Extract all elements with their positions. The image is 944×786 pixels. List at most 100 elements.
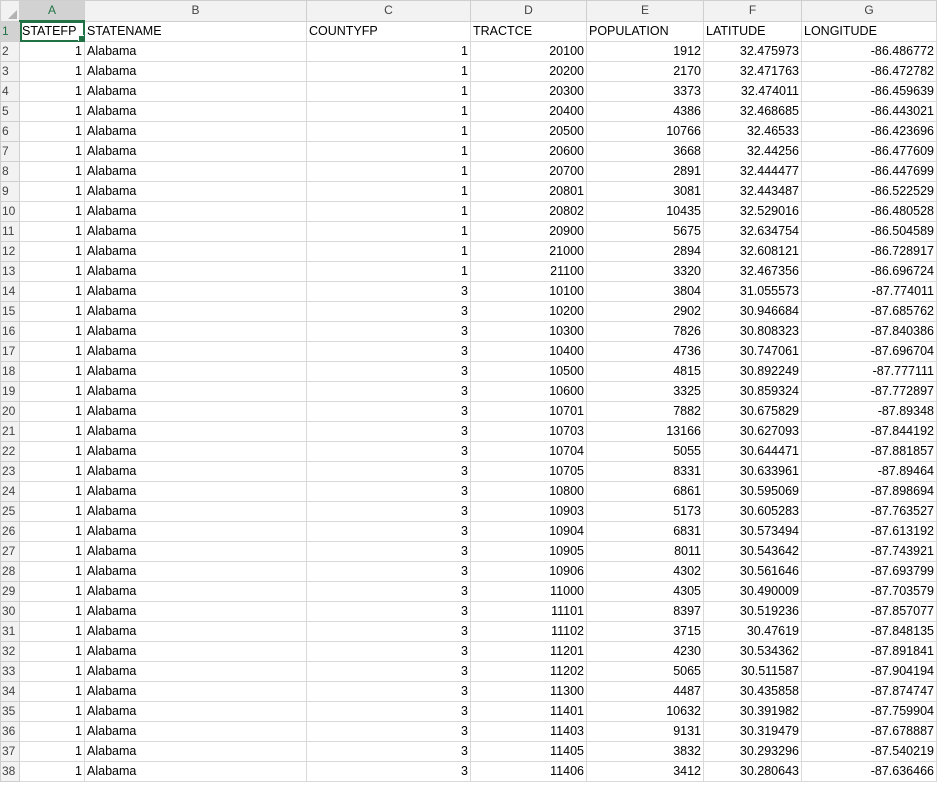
cell-f36[interactable]: 30.319479 xyxy=(703,721,802,742)
cell-b24[interactable]: Alabama xyxy=(84,481,307,502)
cell-g13[interactable]: -86.696724 xyxy=(801,261,937,282)
cell-d33[interactable]: 11202 xyxy=(470,661,587,682)
cell-c33[interactable]: 3 xyxy=(306,661,471,682)
cell-g3[interactable]: -86.472782 xyxy=(801,61,937,82)
cell-f2[interactable]: 32.475973 xyxy=(703,41,802,62)
cell-f31[interactable]: 30.47619 xyxy=(703,621,802,642)
cell-f19[interactable]: 30.859324 xyxy=(703,381,802,402)
cell-a31[interactable]: 1 xyxy=(19,621,85,642)
row-header[interactable]: 15 xyxy=(0,301,20,322)
cell-f6[interactable]: 32.46533 xyxy=(703,121,802,142)
cell-f24[interactable]: 30.595069 xyxy=(703,481,802,502)
cell-c27[interactable]: 3 xyxy=(306,541,471,562)
cell-d15[interactable]: 10200 xyxy=(470,301,587,322)
cell-c21[interactable]: 3 xyxy=(306,421,471,442)
cell-d9[interactable]: 20801 xyxy=(470,181,587,202)
cell-c8[interactable]: 1 xyxy=(306,161,471,182)
cell-b32[interactable]: Alabama xyxy=(84,641,307,662)
select-all-corner[interactable] xyxy=(0,0,20,22)
cell-g35[interactable]: -87.759904 xyxy=(801,701,937,722)
cell-c18[interactable]: 3 xyxy=(306,361,471,382)
cell-g37[interactable]: -87.540219 xyxy=(801,741,937,762)
cell-d17[interactable]: 10400 xyxy=(470,341,587,362)
cell-f14[interactable]: 31.055573 xyxy=(703,281,802,302)
cell-g14[interactable]: -87.774011 xyxy=(801,281,937,302)
fill-handle[interactable] xyxy=(78,35,84,41)
cell-a16[interactable]: 1 xyxy=(19,321,85,342)
cell-f1[interactable]: LATITUDE xyxy=(703,20,802,42)
cell-b11[interactable]: Alabama xyxy=(84,221,307,242)
cell-c29[interactable]: 3 xyxy=(306,581,471,602)
row-header[interactable]: 29 xyxy=(0,581,20,602)
cell-g12[interactable]: -86.728917 xyxy=(801,241,937,262)
cell-d31[interactable]: 11102 xyxy=(470,621,587,642)
cell-f38[interactable]: 30.280643 xyxy=(703,761,802,782)
cell-f33[interactable]: 30.511587 xyxy=(703,661,802,682)
cell-b23[interactable]: Alabama xyxy=(84,461,307,482)
cell-b4[interactable]: Alabama xyxy=(84,81,307,102)
row-header[interactable]: 31 xyxy=(0,621,20,642)
column-header-b[interactable]: B xyxy=(84,0,307,22)
cell-d32[interactable]: 11201 xyxy=(470,641,587,662)
cell-a30[interactable]: 1 xyxy=(19,601,85,622)
cell-c3[interactable]: 1 xyxy=(306,61,471,82)
column-header-g[interactable]: G xyxy=(801,0,937,22)
cell-d12[interactable]: 21000 xyxy=(470,241,587,262)
cell-b30[interactable]: Alabama xyxy=(84,601,307,622)
cell-d10[interactable]: 20802 xyxy=(470,201,587,222)
cell-d2[interactable]: 20100 xyxy=(470,41,587,62)
row-header[interactable]: 32 xyxy=(0,641,20,662)
cell-b8[interactable]: Alabama xyxy=(84,161,307,182)
row-header[interactable]: 38 xyxy=(0,761,20,782)
column-header-c[interactable]: C xyxy=(306,0,471,22)
cell-c25[interactable]: 3 xyxy=(306,501,471,522)
cell-a32[interactable]: 1 xyxy=(19,641,85,662)
row-header[interactable]: 24 xyxy=(0,481,20,502)
cell-d1[interactable]: TRACTCE xyxy=(470,20,587,42)
cell-a15[interactable]: 1 xyxy=(19,301,85,322)
cell-e17[interactable]: 4736 xyxy=(586,341,704,362)
cell-e10[interactable]: 10435 xyxy=(586,201,704,222)
cell-e22[interactable]: 5055 xyxy=(586,441,704,462)
row-header[interactable]: 10 xyxy=(0,201,20,222)
cell-a25[interactable]: 1 xyxy=(19,501,85,522)
cell-c36[interactable]: 3 xyxy=(306,721,471,742)
cell-b36[interactable]: Alabama xyxy=(84,721,307,742)
cell-f11[interactable]: 32.634754 xyxy=(703,221,802,242)
cell-f29[interactable]: 30.490009 xyxy=(703,581,802,602)
cell-d36[interactable]: 11403 xyxy=(470,721,587,742)
row-header[interactable]: 36 xyxy=(0,721,20,742)
cell-g6[interactable]: -86.423696 xyxy=(801,121,937,142)
cell-b29[interactable]: Alabama xyxy=(84,581,307,602)
row-header[interactable]: 7 xyxy=(0,141,20,162)
cell-b38[interactable]: Alabama xyxy=(84,761,307,782)
cell-c38[interactable]: 3 xyxy=(306,761,471,782)
row-header[interactable]: 1 xyxy=(0,20,20,42)
row-header[interactable]: 19 xyxy=(0,381,20,402)
cell-c14[interactable]: 3 xyxy=(306,281,471,302)
cell-g5[interactable]: -86.443021 xyxy=(801,101,937,122)
cell-a14[interactable]: 1 xyxy=(19,281,85,302)
cell-a33[interactable]: 1 xyxy=(19,661,85,682)
cell-d29[interactable]: 11000 xyxy=(470,581,587,602)
cell-c37[interactable]: 3 xyxy=(306,741,471,762)
cell-d11[interactable]: 20900 xyxy=(470,221,587,242)
row-header[interactable]: 13 xyxy=(0,261,20,282)
cell-f7[interactable]: 32.44256 xyxy=(703,141,802,162)
cell-e2[interactable]: 1912 xyxy=(586,41,704,62)
cell-a28[interactable]: 1 xyxy=(19,561,85,582)
cell-a1[interactable]: STATEFP xyxy=(19,20,85,42)
cell-d18[interactable]: 10500 xyxy=(470,361,587,382)
cell-c17[interactable]: 3 xyxy=(306,341,471,362)
cell-f28[interactable]: 30.561646 xyxy=(703,561,802,582)
row-header[interactable]: 20 xyxy=(0,401,20,422)
cell-d21[interactable]: 10703 xyxy=(470,421,587,442)
cell-b3[interactable]: Alabama xyxy=(84,61,307,82)
cell-b18[interactable]: Alabama xyxy=(84,361,307,382)
cell-e9[interactable]: 3081 xyxy=(586,181,704,202)
cell-c11[interactable]: 1 xyxy=(306,221,471,242)
cell-f35[interactable]: 30.391982 xyxy=(703,701,802,722)
cell-g23[interactable]: -87.89464 xyxy=(801,461,937,482)
cell-e19[interactable]: 3325 xyxy=(586,381,704,402)
cell-a27[interactable]: 1 xyxy=(19,541,85,562)
